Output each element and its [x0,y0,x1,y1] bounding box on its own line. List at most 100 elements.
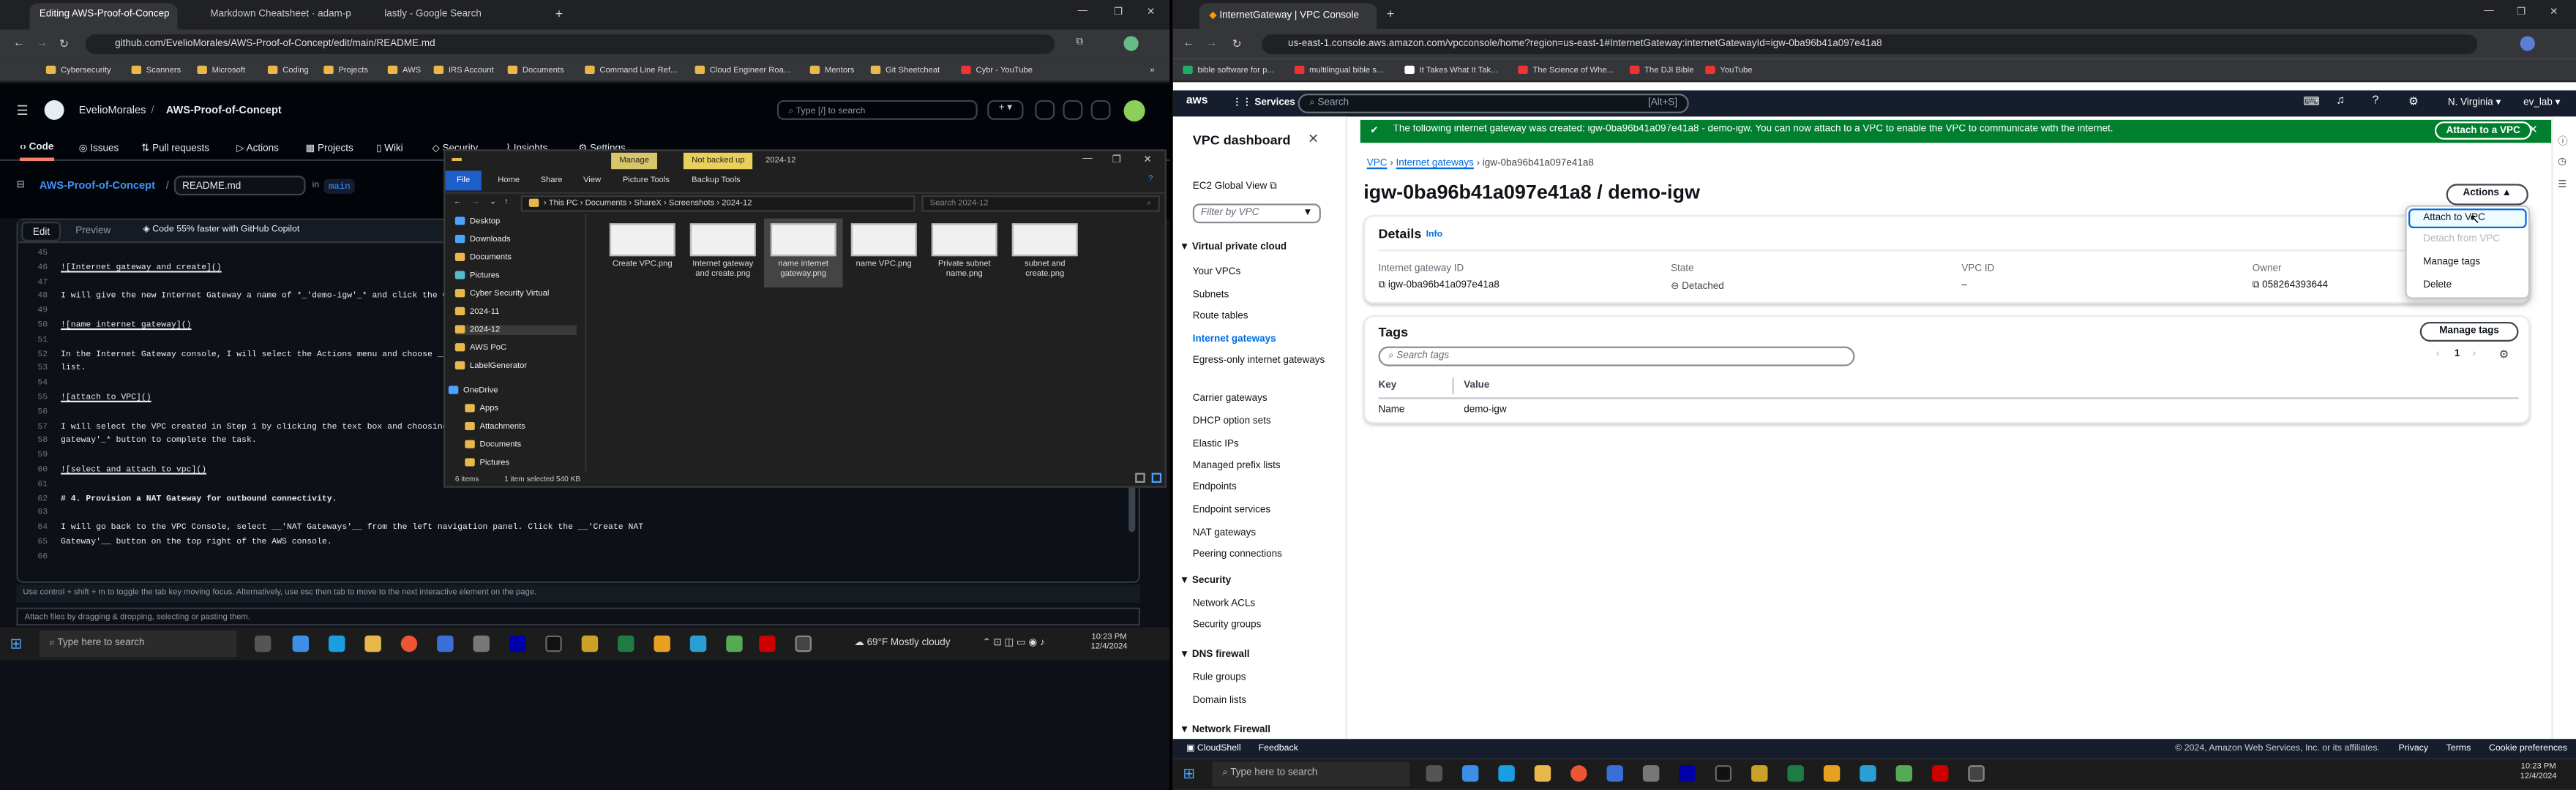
filter-by-vpc-select[interactable]: Filter by VPC ▼ [1192,203,1321,224]
breadcrumb-internet-gateways[interactable]: Internet gateways [1396,159,1473,169]
privacy-link[interactable]: Privacy [2399,744,2428,753]
app-icon[interactable] [1895,765,1913,782]
tab-wiki[interactable]: ▯ Wiki [376,143,403,154]
terminal-icon[interactable] [1715,765,1732,782]
minimize-button[interactable]: — [1082,154,1092,164]
next-page-icon[interactable]: › [2473,350,2476,359]
teams-icon[interactable] [1461,765,1479,782]
nav-aws-poc[interactable]: AWS PoC [454,343,506,353]
file-item[interactable]: Private subnet name.png [928,223,1000,279]
task-view-icon[interactable] [1426,765,1443,782]
bookmark-cybersecurity[interactable]: Cybersecurity [45,66,111,75]
details-view-icon[interactable] [1135,473,1145,484]
cloudshell-icon[interactable]: ⌨ [2303,95,2320,108]
github-search-input[interactable]: ⌕ Type [/] to search [776,99,978,120]
bookmark-dji-bible[interactable]: The DJI Bible [1629,66,1694,75]
tab-vpc-console[interactable]: ◆ InternetGateway | VPC Console [1199,3,1377,30]
manage-ribbon-tab[interactable]: Manage [611,152,658,170]
acrobat-icon[interactable] [759,635,776,652]
file-explorer-icon[interactable] [364,635,381,652]
weather-widget[interactable]: ☁ 69°F Mostly cloudy [854,637,950,648]
path-segment[interactable]: ShareX [634,199,661,208]
sidebar-item-endpoints[interactable]: Endpoints [1193,481,1334,496]
settings-icon[interactable] [473,635,490,652]
cookie-preferences-link[interactable]: Cookie preferences [2489,744,2567,753]
cloudshell-link[interactable]: ▣ CloudShell [1186,744,1241,753]
tab-issues[interactable]: ◎ Issues [79,143,119,154]
app-icon[interactable] [1860,765,1876,782]
edit-tab[interactable]: Edit [21,222,61,242]
nav-onedrive-documents[interactable]: Documents [465,440,521,450]
tags-search-input[interactable]: ⌕ Search tags [1378,346,1855,366]
chrome-icon[interactable] [1570,765,1587,782]
region-selector[interactable]: N. Virginia ▾ [2448,97,2501,108]
backup-ribbon-tab[interactable]: Not backed up [683,152,753,170]
copy-icon[interactable]: ⧉ [2253,281,2262,290]
windows-start-icon[interactable]: ⊞ [10,636,22,654]
close-window-button[interactable]: ✕ [2550,7,2558,18]
forward-icon[interactable]: → [36,38,48,50]
aws-search-input[interactable]: ⌕ Search [Alt+S] [1298,93,1689,113]
close-window-button[interactable]: ✕ [1147,7,1155,18]
menu-item-manage-tags[interactable]: Manage tags [2423,257,2480,267]
bookmark-scanners[interactable]: Scanners [131,66,181,75]
pull-requests-icon[interactable] [1063,99,1083,120]
profile-avatar[interactable] [1123,36,1139,51]
forward-icon[interactable]: → [471,197,479,206]
settings-icon[interactable] [1642,765,1660,782]
sharex-icon[interactable] [1968,765,1985,782]
bell-icon[interactable]: ♫ [2336,95,2345,107]
sidebar-item-egress-only-internet-gateways[interactable]: Egress-only internet gateways [1193,355,1334,369]
file-menu[interactable]: File [445,170,482,191]
sidebar-item-your-vpcs[interactable]: Your VPCs [1193,266,1334,281]
sidebar-item-domain-lists[interactable]: Domain lists [1193,696,1246,706]
edge-icon[interactable] [328,635,345,652]
breadcrumb-vpc[interactable]: VPC [1367,159,1388,169]
attach-to-vpc-banner-button[interactable]: Attach to a VPC [2434,121,2532,140]
nav-2024-12[interactable]: 2024-12 [454,325,577,335]
app-icon[interactable] [689,635,707,652]
user-avatar[interactable] [1123,99,1145,122]
nav-downloads[interactable]: Downloads [454,235,511,244]
ec2-global-view-link[interactable]: EC2 Global View ⧉ [1193,182,1277,194]
bookmark-command-line[interactable]: Command Line Ref... [585,66,677,75]
bookmark-it-takes-what[interactable]: It Takes What It Tak... [1404,66,1498,75]
dismiss-banner-icon[interactable]: ✕ [2528,123,2538,137]
teams-icon[interactable] [292,635,310,652]
large-icons-view-icon[interactable] [1151,473,1162,484]
system-tray-icons[interactable]: ⌃ ⊡ ◫ ▭ ◉ ♪ [982,637,1044,648]
create-new-button[interactable]: + ▾ [987,99,1024,120]
address-bar[interactable]: github.com/EvelioMorales/AWS-Proof-of-Co… [85,34,1055,55]
sidebar-item-endpoint-services[interactable]: Endpoint services [1193,504,1334,519]
account-menu[interactable]: ev_lab ▾ [2523,97,2560,108]
aws-logo[interactable]: aws [1186,95,1208,107]
sidebar-item-route-tables[interactable]: Route tables [1193,310,1334,325]
terms-link[interactable]: Terms [2446,744,2471,753]
bookmark-cloud-engineer[interactable]: Cloud Engineer Roa... [694,66,790,75]
sharex-icon[interactable] [795,635,812,652]
bookmark-multilingual-bible[interactable]: multilingual bible s... [1294,66,1383,75]
sidebar-item-managed-prefix-lists[interactable]: Managed prefix lists [1193,460,1334,475]
maximize-button[interactable]: ❐ [1112,154,1121,165]
manage-tags-button[interactable]: Manage tags [2419,322,2519,342]
nav-pictures[interactable]: Pictures [454,271,500,281]
maximize-button[interactable]: ❐ [2517,7,2526,18]
nav-documents[interactable]: Documents [454,253,512,263]
sidebar-item-subnets[interactable]: Subnets [1193,289,1334,304]
forward-icon[interactable]: → [1206,38,1218,50]
path-segment[interactable]: 2024-12 [722,199,752,208]
terminal-icon[interactable] [545,635,562,652]
close-sidebar-icon[interactable]: ✕ [1308,132,1319,146]
chrome-icon[interactable] [400,635,418,652]
explorer-path-bar[interactable]: › This PC › Documents › ShareX › Screens… [520,195,916,212]
taskbar-clock[interactable]: 10:23 PM 12/4/2024 [1091,632,1128,652]
excel-icon[interactable] [1787,765,1804,782]
backup-tools-menu[interactable]: Backup Tools [692,176,741,185]
nav-onedrive-pictures[interactable]: Pictures [465,458,509,468]
issues-icon[interactable] [1035,99,1055,120]
sidebar-item-dhcp-option-sets[interactable]: DHCP option sets [1193,415,1334,430]
nav-desktop[interactable]: Desktop [454,217,500,227]
acrobat-icon[interactable] [1932,765,1949,782]
tab-actions[interactable]: ▷ Actions [236,143,279,154]
bookmarks-more-button[interactable]: » [1150,66,1154,75]
